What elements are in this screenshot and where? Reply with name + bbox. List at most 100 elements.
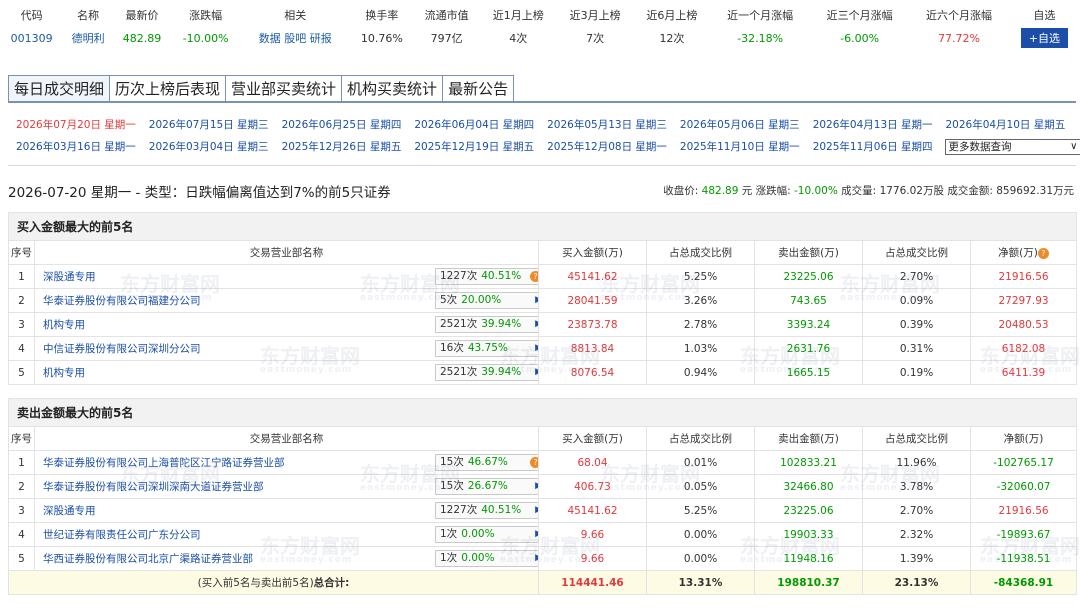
- tab-latest-announcements[interactable]: 最新公告: [442, 75, 515, 102]
- info-icon[interactable]: ?: [530, 271, 538, 282]
- date-link[interactable]: 2025年12月08日 星期一: [547, 141, 667, 153]
- return-1m: -32.18%: [737, 31, 784, 45]
- row-index: 4: [8, 522, 35, 547]
- sell-ratio: 3.78%: [862, 474, 971, 499]
- branch-win-rate: 40.51%: [481, 270, 522, 282]
- date-link[interactable]: 2026年06月04日 星期四: [414, 119, 534, 131]
- sell-amount: 23225.06: [754, 264, 863, 289]
- date-link[interactable]: 2026年07月20日 星期一: [16, 119, 136, 131]
- date-list: 2026年07月20日 星期一 2026年07月15日 星期三 2026年06月25…: [16, 114, 1080, 158]
- col-net-amount: 净额(万): [969, 426, 1078, 451]
- stock-header-cell: 流通市值: [424, 9, 469, 22]
- triangle-right-icon[interactable]: ▶: [535, 317, 537, 332]
- branch-win-rate: 0.00%: [461, 528, 495, 540]
- link-data[interactable]: 数据: [259, 32, 281, 45]
- triangle-right-icon[interactable]: ▶: [535, 365, 537, 380]
- branch-name-link[interactable]: 深股通专用: [43, 271, 96, 283]
- total-label-bold: 总合计:: [313, 577, 350, 589]
- stock-header-cell: 近六个月涨幅: [926, 9, 993, 22]
- date-link[interactable]: 2026年06月25日 星期四: [282, 119, 402, 131]
- link-research[interactable]: 研报: [310, 32, 332, 45]
- net-amount: 27297.93: [969, 288, 1078, 313]
- branch-stat-box[interactable]: 1227次40.51% ▶: [435, 502, 538, 519]
- stock-header-cell: 代码: [20, 9, 43, 22]
- branch-stat-box[interactable]: 2521次39.94% ▶: [435, 364, 538, 381]
- branch-name-link[interactable]: 华西证券股份有限公司北京广渠路证券营业部: [43, 553, 253, 565]
- date-link[interactable]: 2026年03月04日 星期三: [149, 141, 269, 153]
- tab-institution-stats[interactable]: 机构买卖统计: [341, 75, 444, 102]
- triangle-right-icon[interactable]: ▶: [535, 551, 537, 566]
- buy-ratio: 5.25%: [646, 264, 755, 289]
- sell-header-row: 序号 交易营业部名称 买入金额(万) 占总成交比例 卖出金额(万) 占总成交比例…: [8, 426, 1078, 451]
- triangle-right-icon[interactable]: ▶: [535, 479, 537, 494]
- info-icon[interactable]: ?: [530, 457, 538, 468]
- buy-ratio: 5.25%: [646, 498, 755, 523]
- close-value: 482.89: [701, 185, 739, 197]
- branch-stat-box[interactable]: 1次0.00% ▶: [435, 550, 538, 567]
- stock-summary-table: 代码 名称 最新价 涨跌幅 相关 换手率 流通市值 近1月上榜 近3月上榜 近6月上榜 近一个月涨幅…: [0, 4, 1080, 50]
- branch-name-link[interactable]: 华泰证券股份有限公司上海普陀区江宁路证券营业部: [43, 457, 285, 469]
- branch-count: 2521次: [440, 318, 478, 330]
- branch-name-link[interactable]: 中信证券股份有限公司深圳分公司: [43, 343, 201, 355]
- sell-ratio: 0.19%: [862, 360, 971, 385]
- branch-count: 1227次: [440, 270, 478, 282]
- branch-stat-box[interactable]: 1227次 40.51%?: [435, 268, 538, 285]
- buy-amount: 9.66: [538, 546, 647, 571]
- date-link[interactable]: 2025年11月06日 星期四: [813, 141, 933, 153]
- branch-count: 1227次: [440, 504, 478, 516]
- date-link[interactable]: 2026年04月10日 星期五: [945, 119, 1065, 131]
- branch-name-link[interactable]: 机构专用: [43, 367, 85, 379]
- branch-stat-box[interactable]: 2521次39.94% ▶: [435, 316, 538, 333]
- triangle-right-icon[interactable]: ▶: [535, 503, 537, 518]
- branch-cell: 华泰证券股份有限公司深圳深南大道证券营业部 15次26.67% ▶: [34, 474, 539, 499]
- col-branch-name: 交易营业部名称: [34, 240, 539, 265]
- date-link[interactable]: 2026年03月16日 星期一: [16, 141, 136, 153]
- date-link[interactable]: 2026年05月13日 星期三: [547, 119, 667, 131]
- branch-stat-box[interactable]: 16次43.75% ▶: [435, 340, 538, 357]
- date-link[interactable]: 2026年04月13日 星期一: [813, 119, 933, 131]
- date-link[interactable]: 2025年12月26日 星期五: [282, 141, 402, 153]
- amount-label: 成交金额:: [947, 185, 993, 197]
- row-index: 3: [8, 312, 35, 337]
- add-watchlist-button[interactable]: +自选: [1020, 28, 1068, 48]
- branch-count: 1次: [440, 528, 458, 540]
- branch-name-link[interactable]: 华泰证券股份有限公司福建分公司: [43, 295, 201, 307]
- branch-win-rate: 40.51%: [481, 504, 522, 516]
- buy-amount: 23873.78: [538, 312, 647, 337]
- help-icon[interactable]: ?: [1037, 247, 1049, 259]
- stock-value-row: 001309 德明利 482.89 -10.00% 数据 股吧 研报 10.76…: [0, 26, 1080, 50]
- tab-branch-stats[interactable]: 营业部买卖统计: [225, 75, 343, 102]
- branch-name-link[interactable]: 机构专用: [43, 319, 85, 331]
- row-index: 5: [8, 546, 35, 571]
- stock-name[interactable]: 德明利: [63, 26, 113, 50]
- branch-name-link[interactable]: 世纪证券有限责任公司广东分公司: [43, 529, 201, 541]
- branch-stat-box[interactable]: 1次0.00% ▶: [435, 526, 538, 543]
- buy-section-title: 买入金额最大的前5名: [7, 212, 1078, 241]
- branch-stat-box[interactable]: 5次20.00% ▶: [435, 292, 538, 309]
- more-data-select[interactable]: 更多数据查询 ∨: [945, 139, 1080, 155]
- stock-code[interactable]: 001309: [0, 26, 63, 50]
- stock-header-cell: 近一个月涨幅: [727, 9, 794, 22]
- triangle-right-icon[interactable]: ▶: [535, 293, 537, 308]
- branch-stat-box[interactable]: 15次 46.67%?: [435, 454, 538, 471]
- triangle-right-icon[interactable]: ▶: [535, 341, 537, 356]
- date-link[interactable]: 2026年05月06日 星期三: [680, 119, 800, 131]
- buy-amount: 8813.84: [538, 336, 647, 361]
- date-link[interactable]: 2025年12月19日 星期五: [414, 141, 534, 153]
- branch-cell: 深股通专用 1227次40.51% ▶: [34, 498, 539, 523]
- date-link[interactable]: 2025年11月10日 星期一: [680, 141, 800, 153]
- stock-price: 482.89: [122, 31, 162, 45]
- triangle-right-icon[interactable]: ▶: [535, 527, 537, 542]
- link-guba[interactable]: 股吧: [284, 32, 306, 45]
- tab-daily-detail[interactable]: 每日成交明细: [8, 75, 111, 102]
- stock-header-cell: 名称: [77, 9, 100, 22]
- sell-amount: 2631.76: [754, 336, 863, 361]
- table-row: 3 机构专用 2521次39.94% ▶23873.782.78%3393.240.3…: [8, 312, 1078, 337]
- table-row: 4 中信证券股份有限公司深圳分公司 16次43.75% ▶8813.841.03%26…: [8, 336, 1078, 361]
- branch-name-link[interactable]: 华泰证券股份有限公司深圳深南大道证券营业部: [43, 481, 264, 493]
- tab-history-performance[interactable]: 历次上榜后表现: [109, 75, 227, 102]
- date-link[interactable]: 2026年07月15日 星期三: [149, 119, 269, 131]
- buy-amount: 68.04: [538, 450, 647, 475]
- branch-stat-box[interactable]: 15次26.67% ▶: [435, 478, 538, 495]
- branch-name-link[interactable]: 深股通专用: [43, 505, 96, 517]
